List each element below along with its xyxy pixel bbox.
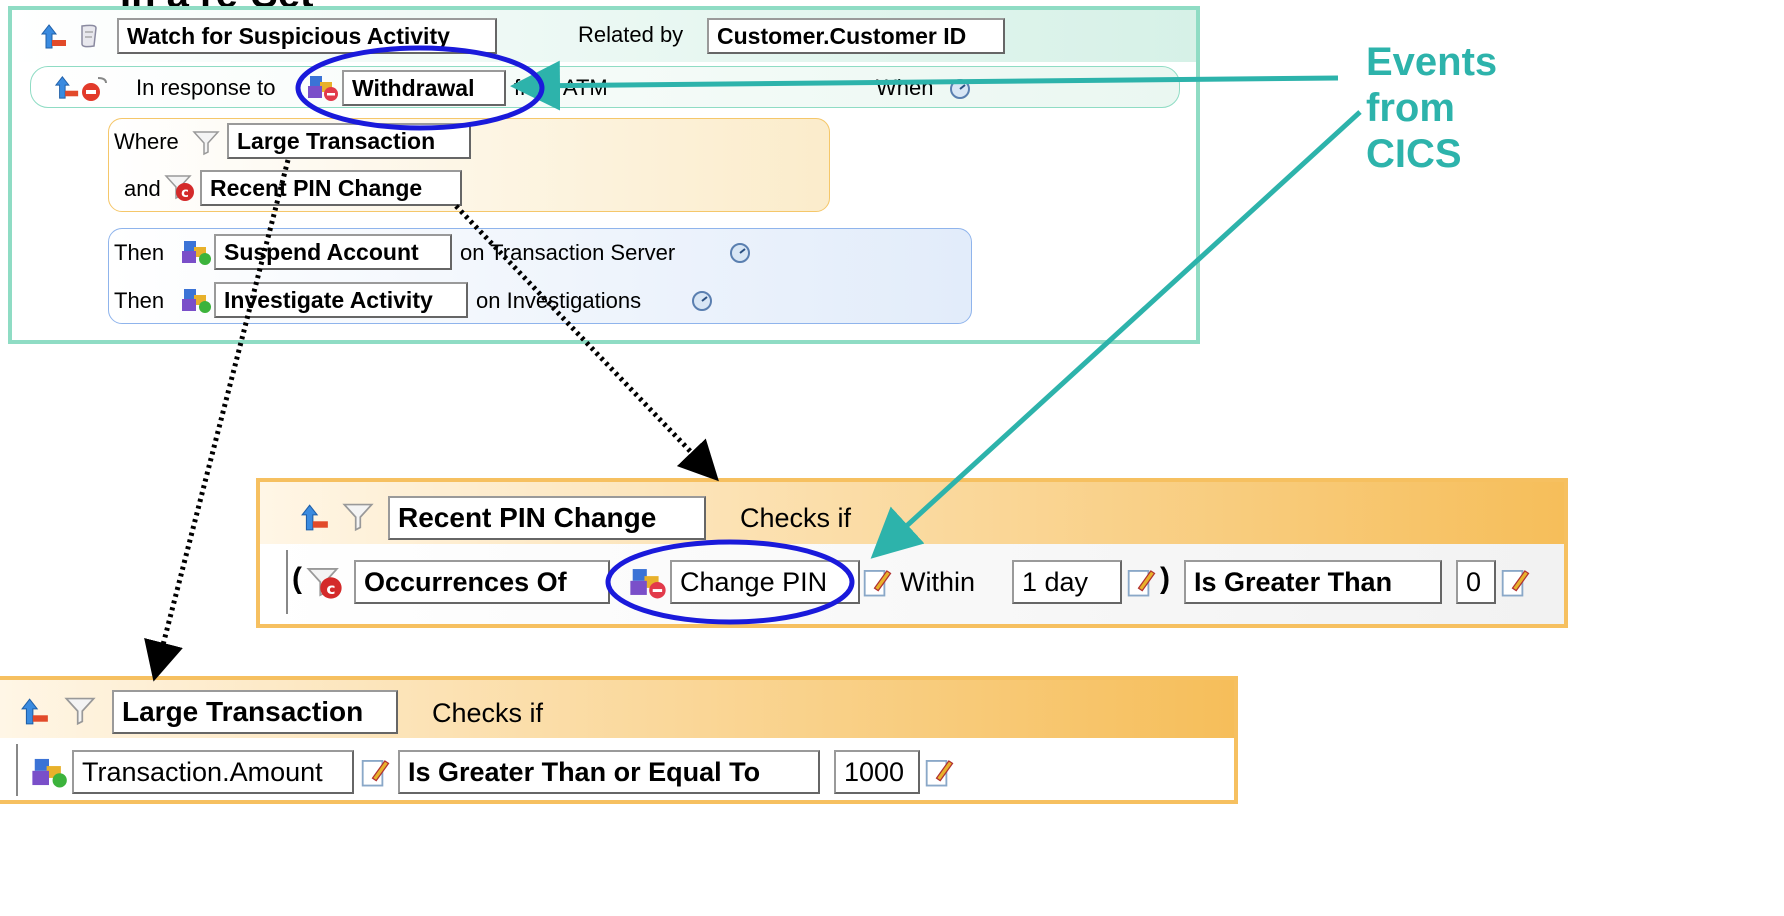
filter-recent-pin-change-field[interactable]: Recent PIN Change [200,170,462,206]
move-up-icon[interactable] [20,696,50,726]
event-remove-icon[interactable] [80,74,110,102]
filter-funnel-icon [64,697,96,726]
event-withdrawal-field[interactable]: Withdrawal [342,70,506,106]
checks-if-label: Checks if [740,503,852,533]
filter-funnel-icon [192,131,220,156]
where-label: Where [114,129,179,154]
then-label-2: Then [114,288,165,313]
threshold-value-field[interactable]: 0 [1456,560,1496,604]
filter-large-transaction-field[interactable]: Large Transaction [227,123,471,159]
investigations-label: on Investigations [476,288,642,313]
large-operator-field[interactable]: Is Greater Than or Equal To [398,750,820,794]
move-up-icon[interactable] [40,22,68,50]
counter-filter-icon: c [164,175,194,201]
pin-filter-divider [286,550,288,614]
edit-icon[interactable] [862,566,892,598]
then-label-1: Then [114,240,165,265]
edit-icon[interactable] [1126,566,1156,598]
operator-field[interactable]: Is Greater Than [1184,560,1442,604]
edit-icon[interactable] [1500,566,1530,598]
and-label: and [124,176,161,201]
rule-title-field[interactable]: Watch for Suspicious Activity [117,18,497,54]
move-up-icon[interactable] [300,502,330,532]
checks-if-label: Checks if [432,698,544,728]
pin-filter-title-field[interactable]: Recent PIN Change [388,496,706,540]
svg-text:c: c [326,580,335,598]
related-by-label: Related by [578,22,684,47]
callout-from: from [1366,86,1455,130]
timer-icon[interactable] [690,288,714,312]
action-icon [182,289,211,313]
large-value-field[interactable]: 1000 [834,750,920,794]
transaction-server-label: on Transaction Server [460,240,676,265]
within-label: Within [900,567,976,597]
within-value-field[interactable]: 1 day [1012,560,1122,604]
in-response-to-label: In response to [136,75,276,100]
filter-funnel-icon [342,503,374,532]
timer-icon[interactable] [948,76,972,100]
close-paren: ) [1160,562,1170,595]
edit-icon[interactable] [360,756,390,788]
counter-filter-icon: c [306,568,342,599]
open-paren: ( [292,562,302,595]
large-filter-title-field[interactable]: Large Transaction [112,690,398,734]
action-icon [182,241,211,265]
transaction-amount-field[interactable]: Transaction.Amount [72,750,354,794]
occurrences-of-field[interactable]: Occurrences Of [354,560,610,604]
change-pin-field[interactable]: Change PIN [670,560,860,604]
rule-scroll-icon [81,24,97,48]
action-suspend-account-field[interactable]: Suspend Account [214,234,452,270]
move-up-icon[interactable] [54,74,80,100]
event-source-icon [308,76,338,101]
edit-icon[interactable] [924,756,954,788]
event-source-icon [630,569,666,599]
callout-cics: CICS [1366,132,1462,176]
field-icon [32,758,67,788]
related-by-field[interactable]: Customer.Customer ID [707,18,1005,54]
svg-text:c: c [181,186,189,201]
timer-icon[interactable] [728,240,752,264]
when-label: When [876,75,934,100]
callout-events: Events [1366,40,1498,84]
action-investigate-activity-field[interactable]: Investigate Activity [214,282,468,318]
large-filter-divider [16,744,18,796]
from-atm-label: from ATM [514,75,608,100]
